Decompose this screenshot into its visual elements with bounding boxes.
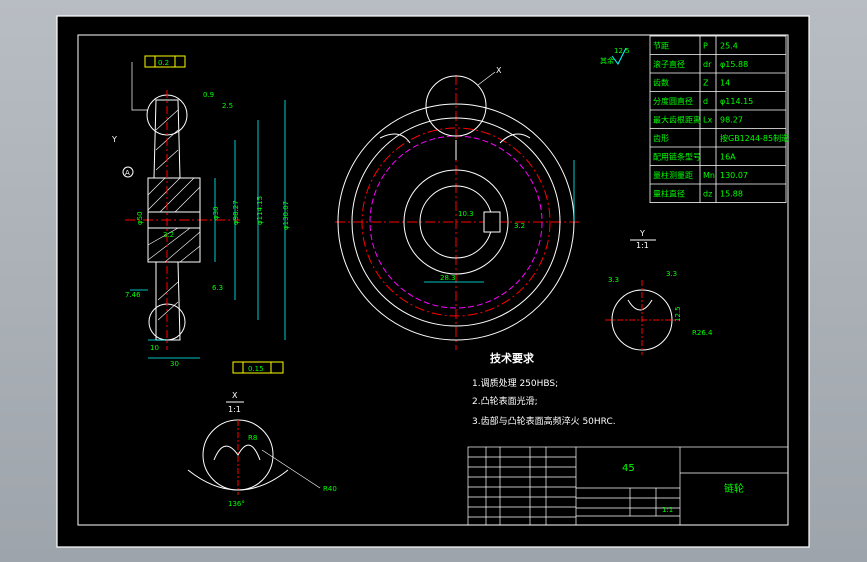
tolerance-1: 0.2 (158, 59, 169, 67)
material: 45 (622, 463, 635, 474)
param-val: φ114.15 (720, 97, 753, 106)
dim-10-3: 10.3 (458, 210, 474, 218)
dim-0-9: 0.9 (203, 91, 214, 99)
detail-y-label: Y (639, 229, 645, 238)
tech-req-2: 2.凸轮表面光滑; (472, 395, 538, 407)
param-val: 25.4 (720, 42, 738, 51)
param-val: φ15.88 (720, 60, 748, 69)
dim-3-2: 3.2 (163, 231, 174, 239)
dim-6-3: 6.3 (212, 284, 223, 292)
param-name: 滚子直径 (653, 59, 685, 69)
detail-y-dim3: 12.5 (674, 306, 682, 322)
label-y: Y (111, 135, 117, 144)
param-val: 98.27 (720, 116, 743, 125)
param-sym: Mn (703, 171, 715, 180)
dim-3-2-b: 3.2 (514, 222, 525, 230)
detail-x-angle: 136° (228, 500, 245, 508)
datum-a: A (125, 169, 130, 177)
label-x: X (496, 66, 502, 75)
param-name: 最大齿根距离 (653, 115, 701, 125)
param-name: 齿形 (653, 134, 669, 143)
detail-y-dim2: 3.3 (666, 270, 677, 278)
detail-x-scale: 1:1 (228, 405, 241, 414)
param-sym: Lx (703, 116, 712, 125)
param-val: 16A (720, 153, 736, 162)
param-name: 齿数 (653, 78, 669, 88)
param-name: 配用链条型号 (653, 152, 701, 162)
detail-x-label: X (232, 391, 238, 400)
viewer-window: φ98.27 φ114.15 φ130.07 φ30 φ50 30 10 7.4… (0, 0, 867, 562)
param-sym: d (703, 97, 708, 106)
dim-dia1: φ114.15 (256, 196, 264, 225)
dim-28-3: 28.3 (440, 274, 456, 282)
param-sym: dr (703, 60, 712, 69)
detail-y-radius: R26.4 (692, 329, 713, 337)
dim-width: 30 (170, 360, 179, 368)
param-name: 量柱直径 (653, 189, 685, 199)
param-val: 130.07 (720, 171, 748, 180)
dim-dia5: φ50 (136, 211, 144, 225)
dim-2-5: 2.5 (222, 102, 233, 110)
tolerance-2: 0.15 (248, 365, 264, 373)
param-val: 14 (720, 79, 730, 88)
param-val: 按GB1244-85制造 (720, 133, 789, 143)
dim-tooth: 10 (150, 344, 159, 352)
param-sym: dz (703, 190, 712, 199)
roughness-label: 其余 (600, 56, 614, 65)
dim-dia3: φ98.27 (232, 200, 240, 225)
tech-req-1: 1.调质处理 250HBS; (472, 377, 558, 389)
param-name: 分度圆直径 (653, 96, 693, 106)
dim-dia2: φ130.07 (282, 201, 290, 230)
detail-y-scale: 1:1 (636, 241, 649, 250)
cad-drawing[interactable]: φ98.27 φ114.15 φ130.07 φ30 φ50 30 10 7.4… (0, 0, 867, 562)
drawing-scale: 1:1 (662, 506, 673, 514)
tech-req-3: 3.齿部与凸轮表面高频淬火 50HRC. (472, 415, 616, 427)
roughness-value: 12.5 (614, 47, 630, 55)
param-sym: P (703, 42, 708, 51)
detail-y-dim1: 3.3 (608, 276, 619, 284)
part-name: 链轮 (724, 482, 744, 495)
tech-req-title: 技术要求 (490, 351, 535, 365)
dim-7-46: 7.46 (125, 291, 141, 299)
detail-x-radius: R40 (323, 485, 337, 493)
param-sym: Z (703, 79, 709, 88)
param-val: 15.88 (720, 190, 743, 199)
param-name: 节距 (653, 42, 669, 51)
detail-x-r8: R8 (248, 434, 257, 442)
dim-dia4: φ30 (212, 206, 220, 220)
param-name: 量柱测量距 (653, 170, 693, 180)
